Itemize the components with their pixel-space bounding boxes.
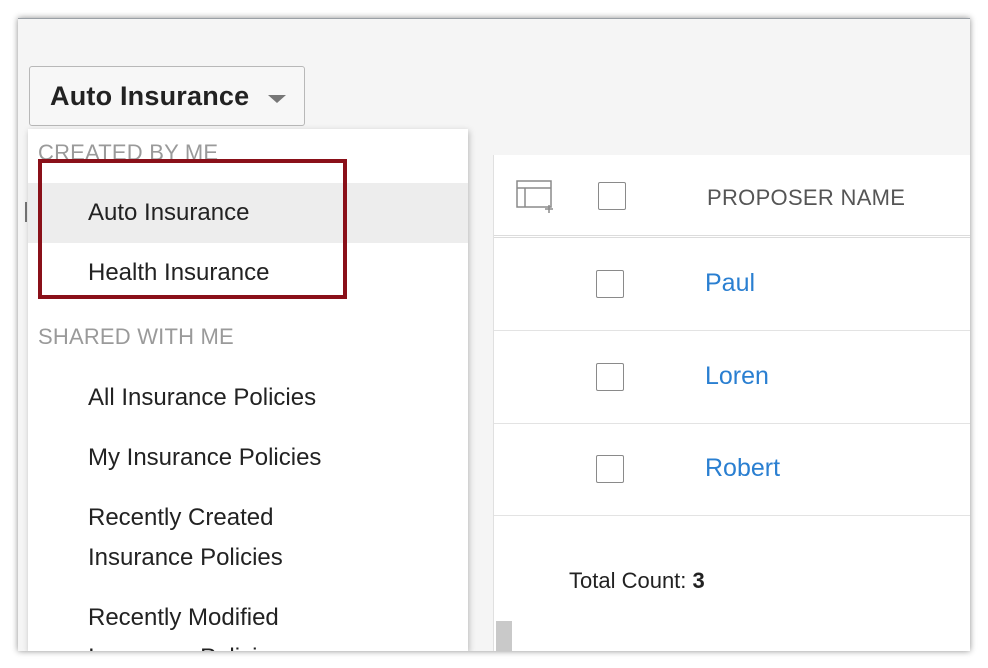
table-row: Robert bbox=[494, 423, 970, 516]
highlight-annotation-box bbox=[38, 159, 347, 299]
menu-item-label: My Insurance Policies bbox=[88, 444, 322, 471]
menu-item-label-line2: Insurance Policies bbox=[88, 544, 283, 571]
proposer-name-link[interactable]: Paul bbox=[705, 269, 755, 298]
app-window: Auto Insurance PROPOSER NAME Paul Loren … bbox=[18, 18, 970, 651]
hidden-sidebar-edge bbox=[25, 202, 27, 222]
row-checkbox[interactable] bbox=[596, 363, 624, 391]
view-selector-button[interactable]: Auto Insurance bbox=[29, 66, 305, 126]
row-checkbox[interactable] bbox=[596, 270, 624, 298]
menu-item-all-insurance-policies[interactable]: All Insurance Policies bbox=[28, 368, 468, 428]
column-header-proposer-name[interactable]: PROPOSER NAME bbox=[707, 185, 905, 211]
group-label-shared-with-me: SHARED WITH ME bbox=[38, 324, 234, 349]
table-header: PROPOSER NAME bbox=[494, 155, 970, 238]
total-count-label: Total Count: bbox=[569, 568, 687, 593]
menu-item-label: All Insurance Policies bbox=[88, 384, 317, 411]
menu-item-label-line1: Recently Created bbox=[88, 504, 274, 531]
row-checkbox[interactable] bbox=[596, 455, 624, 483]
menu-item-label-line2: Insurance Policies bbox=[88, 638, 468, 651]
horizontal-scrollbar[interactable] bbox=[496, 621, 512, 651]
total-count-value: 3 bbox=[692, 568, 705, 593]
menu-item-label-line1: Recently Modified bbox=[88, 604, 279, 631]
proposer-name-link[interactable]: Robert bbox=[705, 454, 780, 483]
menu-item-recently-modified[interactable]: Recently Modified Insurance Policies bbox=[28, 598, 468, 651]
menu-item-my-insurance-policies[interactable]: My Insurance Policies bbox=[28, 428, 468, 488]
table-row: Loren bbox=[494, 331, 970, 424]
view-selector-label: Auto Insurance bbox=[50, 81, 250, 111]
caret-down-icon bbox=[268, 95, 286, 103]
column-settings-icon[interactable] bbox=[516, 179, 556, 213]
select-all-checkbox[interactable] bbox=[598, 182, 626, 210]
proposer-name-link[interactable]: Loren bbox=[705, 362, 769, 391]
records-list-panel: PROPOSER NAME Paul Loren Robert Total Co… bbox=[493, 155, 970, 651]
table-row: Paul bbox=[494, 238, 970, 331]
menu-item-recently-created[interactable]: Recently Created Insurance Policies bbox=[28, 498, 468, 598]
total-count: Total Count: 3 bbox=[569, 568, 705, 594]
